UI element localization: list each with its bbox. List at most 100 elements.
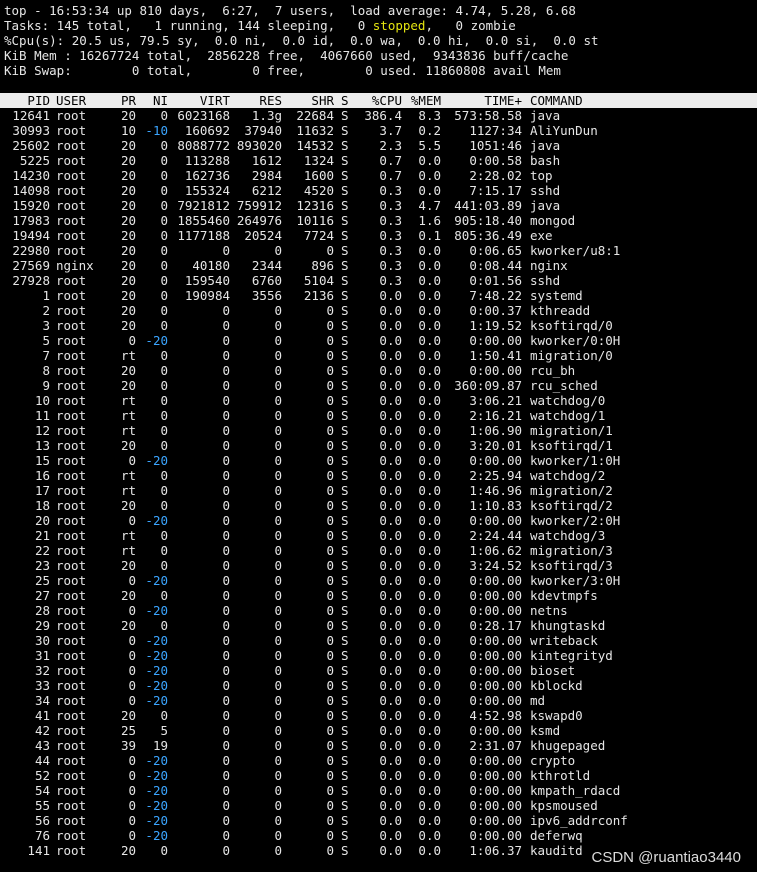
process-nice: -20 bbox=[145, 603, 168, 618]
process-state: S bbox=[341, 753, 349, 768]
process-mem: 0.0 bbox=[418, 243, 441, 258]
process-priority: 20 bbox=[120, 228, 136, 243]
process-time: 1051:46 bbox=[469, 138, 522, 153]
process-virt: 0 bbox=[222, 363, 230, 378]
process-user: root bbox=[56, 573, 87, 588]
process-res: 37940 bbox=[244, 123, 282, 138]
process-nice: 0 bbox=[160, 618, 168, 633]
process-mem: 0.0 bbox=[418, 498, 441, 513]
process-priority: 0 bbox=[128, 633, 136, 648]
process-row: 15 root 0 -20 0 0 0 S 0.0 0.0 0:00.00 kworker/1:0H bbox=[4, 453, 757, 468]
process-virt: 0 bbox=[222, 243, 230, 258]
process-nice: -20 bbox=[145, 633, 168, 648]
process-nice: -20 bbox=[145, 783, 168, 798]
process-nice: 0 bbox=[160, 363, 168, 378]
col-cpu: %CPU bbox=[371, 93, 402, 108]
process-user: root bbox=[56, 708, 87, 723]
uptime-line: top - 16:53:34 up 810 days, 6:27, 7 user… bbox=[4, 3, 576, 18]
process-state: S bbox=[341, 318, 349, 333]
process-time: 0:00.00 bbox=[469, 333, 522, 348]
process-user: root bbox=[56, 303, 87, 318]
process-res: 0 bbox=[274, 678, 282, 693]
process-mem: 0.0 bbox=[418, 618, 441, 633]
col-pr: PR bbox=[120, 93, 136, 108]
process-state: S bbox=[341, 543, 349, 558]
process-nice: -20 bbox=[145, 663, 168, 678]
process-time: 0:28.17 bbox=[469, 618, 522, 633]
process-virt: 0 bbox=[222, 588, 230, 603]
process-cpu: 0.3 bbox=[379, 258, 402, 273]
process-command: kmpath_rdacd bbox=[530, 783, 621, 798]
process-shr: 0 bbox=[326, 333, 334, 348]
process-shr: 12316 bbox=[296, 198, 334, 213]
process-mem: 0.0 bbox=[418, 513, 441, 528]
process-command: bash bbox=[530, 153, 561, 168]
process-row: 43 root 39 19 0 0 0 S 0.0 0.0 2:31.07 khugepaged bbox=[4, 738, 757, 753]
process-cpu: 0.0 bbox=[379, 618, 402, 633]
process-command: crypto bbox=[530, 753, 576, 768]
process-state: S bbox=[341, 153, 349, 168]
process-command: kworker/2:0H bbox=[530, 513, 621, 528]
process-shr: 0 bbox=[326, 348, 334, 363]
process-nice: 0 bbox=[160, 423, 168, 438]
process-cpu: 0.0 bbox=[379, 603, 402, 618]
process-state: S bbox=[341, 183, 349, 198]
process-nice: -20 bbox=[145, 333, 168, 348]
process-shr: 22684 bbox=[296, 108, 334, 123]
process-row: 27928 root 20 0 159540 6760 5104 S 0.3 0.0 0:01.56… bbox=[4, 273, 757, 288]
process-res: 2344 bbox=[251, 258, 282, 273]
process-row: 28 root 0 -20 0 0 0 S 0.0 0.0 0:00.00 netns bbox=[4, 603, 757, 618]
process-cpu: 0.0 bbox=[379, 378, 402, 393]
process-nice: -20 bbox=[145, 453, 168, 468]
process-command: ipv6_addrconf bbox=[530, 813, 628, 828]
terminal-window[interactable]: top - 16:53:34 up 810 days, 6:27, 7 user… bbox=[0, 3, 757, 858]
process-command: kblockd bbox=[530, 678, 583, 693]
process-res: 0 bbox=[274, 438, 282, 453]
process-command: khugepaged bbox=[530, 738, 606, 753]
process-pid: 22980 bbox=[12, 243, 50, 258]
process-cpu: 0.0 bbox=[379, 483, 402, 498]
process-priority: rt bbox=[120, 408, 136, 423]
process-time: 0:00.00 bbox=[469, 573, 522, 588]
process-row: 17 root rt 0 0 0 0 S 0.0 0.0 1:46.96 migration/2 bbox=[4, 483, 757, 498]
process-command: sshd bbox=[530, 183, 561, 198]
process-state: S bbox=[341, 483, 349, 498]
process-nice: 0 bbox=[160, 318, 168, 333]
process-user: root bbox=[56, 378, 87, 393]
process-nice: 0 bbox=[160, 408, 168, 423]
process-priority: 20 bbox=[120, 708, 136, 723]
process-cpu: 0.0 bbox=[379, 528, 402, 543]
process-time: 2:16.21 bbox=[469, 408, 522, 423]
process-shr: 7724 bbox=[303, 228, 334, 243]
process-time: 1:50.41 bbox=[469, 348, 522, 363]
process-shr: 896 bbox=[311, 258, 334, 273]
process-state: S bbox=[341, 333, 349, 348]
process-user: root bbox=[56, 393, 87, 408]
process-state: S bbox=[341, 678, 349, 693]
process-command: migration/2 bbox=[530, 483, 613, 498]
process-cpu: 0.0 bbox=[379, 288, 402, 303]
process-state: S bbox=[341, 423, 349, 438]
process-nice: -10 bbox=[145, 123, 168, 138]
process-shr: 0 bbox=[326, 363, 334, 378]
process-virt: 0 bbox=[222, 573, 230, 588]
process-shr: 0 bbox=[326, 693, 334, 708]
process-res: 0 bbox=[274, 723, 282, 738]
process-row: 5 root 0 -20 0 0 0 S 0.0 0.0 0:00.00 kworker/0:0H bbox=[4, 333, 757, 348]
process-res: 6212 bbox=[251, 183, 282, 198]
process-mem: 0.0 bbox=[418, 423, 441, 438]
process-nice: 0 bbox=[160, 258, 168, 273]
process-virt: 0 bbox=[222, 828, 230, 843]
process-row: 54 root 0 -20 0 0 0 S 0.0 0.0 0:00.00 kmpath_rdacd bbox=[4, 783, 757, 798]
process-virt: 0 bbox=[222, 648, 230, 663]
process-command: kintegrityd bbox=[530, 648, 613, 663]
process-mem: 1.6 bbox=[418, 213, 441, 228]
process-command: kthrotld bbox=[530, 768, 591, 783]
process-time: 4:52.98 bbox=[469, 708, 522, 723]
process-pid: 14098 bbox=[12, 183, 50, 198]
process-res: 0 bbox=[274, 423, 282, 438]
process-virt: 0 bbox=[222, 408, 230, 423]
process-row: 31 root 0 -20 0 0 0 S 0.0 0.0 0:00.00 kintegrityd bbox=[4, 648, 757, 663]
process-mem: 0.0 bbox=[418, 708, 441, 723]
process-pid: 76 bbox=[34, 828, 50, 843]
